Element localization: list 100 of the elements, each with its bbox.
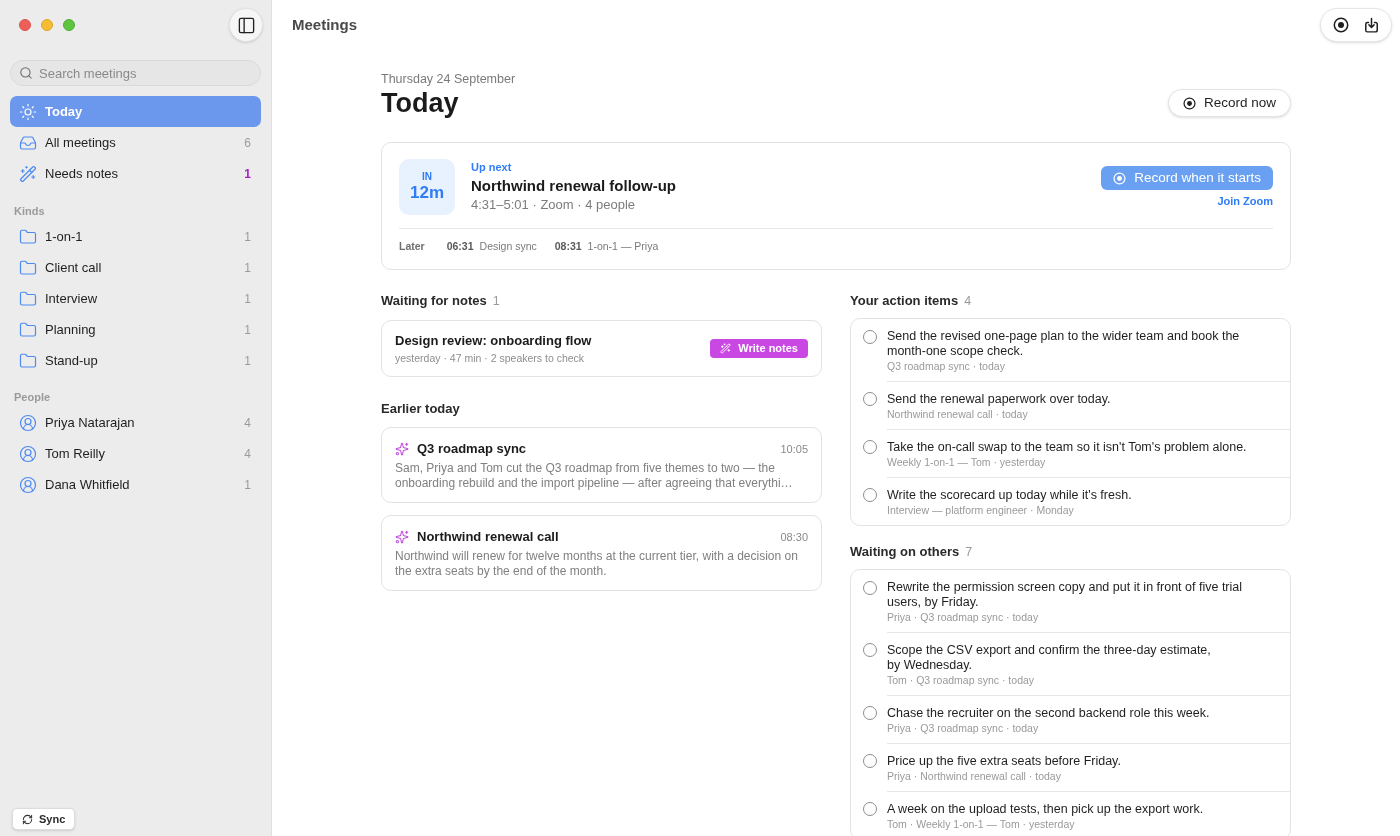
meeting-summary: Northwind will renew for twelve months at the current tier, with a decision on the extra seats by the end of the month. (395, 549, 799, 579)
sidebar-item[interactable]: All meetings 6 (10, 127, 261, 158)
sidebar-item[interactable]: Client call 1 (10, 252, 261, 283)
write-notes-button[interactable]: Write notes (710, 339, 808, 358)
countdown-value: 12m (410, 183, 444, 203)
meeting-title: Q3 roadmap sync (417, 440, 527, 458)
meeting-title: Northwind renewal call (417, 528, 559, 546)
meeting-title: Design review: onboarding flow (395, 332, 592, 349)
task-meta: Q3 roadmap sync · today (887, 360, 1006, 373)
download-icon (1362, 16, 1380, 34)
checkbox[interactable] (863, 330, 877, 344)
task-text: Rewrite the permission screen copy and put it in front of five trial users, by Friday. (887, 580, 1244, 610)
task-meta: Priya · Q3 roadmap sync · today (887, 722, 1040, 735)
checkbox[interactable] (863, 440, 877, 454)
magic-wand-icon (19, 164, 37, 183)
sync-button[interactable]: Sync (12, 808, 76, 830)
checkbox[interactable] (863, 706, 877, 720)
meeting-meta: 4:31–5:01 · Zoom · 4 people (471, 196, 636, 214)
folder-icon (19, 289, 37, 308)
record-icon (1113, 171, 1127, 185)
sidebar-item[interactable]: Interview 1 (10, 283, 261, 314)
magic-wand-icon (720, 343, 732, 354)
meeting-time: 08:30 (780, 529, 808, 545)
sidebar-toggle-button[interactable] (229, 8, 263, 42)
task-meta: Tom · Q3 roadmap sync · today (887, 674, 1036, 687)
sidebar-section-title: Kinds (13, 204, 46, 218)
section-title: Your action items (850, 293, 959, 309)
task-text: Send the revised one-page plan to the wider team and book the month-one scope check. (887, 329, 1241, 359)
close-button[interactable] (19, 19, 31, 31)
minimize-button[interactable] (41, 19, 53, 31)
item-count: 4 (244, 445, 251, 463)
item-count: 1 (244, 352, 251, 370)
sidebar-section-title: People (13, 390, 52, 404)
fullscreen-button[interactable] (63, 19, 75, 31)
section-count: 7 (965, 544, 973, 560)
record-icon (1333, 17, 1349, 33)
sidebar-item[interactable]: Needs notes 1 (10, 158, 261, 189)
task-text: Send the renewal paperwork over today. (887, 392, 1112, 407)
item-count: 6 (244, 134, 251, 152)
task-text: Scope the CSV export and confirm the three-day estimate, by Wednesday. (887, 643, 1212, 673)
later-label: Later (399, 240, 425, 253)
sidebar-item[interactable]: 1-on-1 1 (10, 221, 261, 252)
task-meta: Tom · Weekly 1-on-1 — Tom · yesterday (887, 818, 1076, 831)
event-title: 1-on-1 — Priya (587, 240, 659, 253)
meeting-summary: Sam, Priya and Tom cut the Q3 roadmap from five themes to two — the onboarding rebuild and the import pipeline — after agreeing that everythi… (395, 461, 794, 491)
task-text: Chase the recruiter on the second backend role this week. (887, 706, 1211, 721)
checkbox[interactable] (863, 643, 877, 657)
item-count: 1 (244, 228, 251, 246)
sidebar-item[interactable]: Stand-up 1 (10, 345, 261, 376)
task-meta: Weekly 1-on-1 — Tom · yesterday (887, 456, 1047, 469)
folder-icon (19, 258, 37, 277)
countdown-label: IN (422, 171, 432, 183)
event-time: 08:31 (554, 240, 582, 253)
item-count: 4 (244, 414, 251, 432)
task-meta: Northwind renewal call · today (887, 408, 1029, 421)
folder-icon (19, 320, 37, 339)
join-link[interactable]: Join Zoom (1217, 194, 1273, 208)
task-text: A week on the upload tests, then pick up the export work. (887, 802, 1205, 817)
section-title: Waiting on others (850, 544, 960, 560)
section-title: Waiting for notes (381, 293, 487, 309)
checkbox[interactable] (863, 802, 877, 816)
sun-icon (19, 102, 37, 121)
sidebar-icon (236, 15, 256, 35)
checkbox[interactable] (863, 754, 877, 768)
checkbox[interactable] (863, 488, 877, 502)
search-field[interactable]: Search meetings (10, 60, 261, 86)
window-title: Meetings (292, 14, 357, 35)
item-count: 1 (244, 290, 251, 308)
item-count: 1 (244, 165, 251, 183)
person-icon (19, 413, 37, 432)
sidebar-item[interactable]: Planning 1 (10, 314, 261, 345)
sidebar-item[interactable]: Dana Whitfield 1 (10, 469, 261, 500)
up-next-label: Up next (471, 160, 512, 174)
event-title: Design sync (479, 240, 537, 253)
tray-icon (19, 133, 37, 152)
task-text: Take the on-call swap to the team so it isn't Tom's problem alone. (887, 440, 1248, 455)
refresh-icon (22, 813, 33, 825)
sparkle-icon (395, 530, 409, 544)
checkbox[interactable] (863, 581, 877, 595)
task-meta: Priya · Northwind renewal call · today (887, 770, 1062, 783)
task-meta: Interview — platform engineer · Monday (887, 504, 1075, 517)
sidebar-item[interactable]: Tom Reilly 4 (10, 438, 261, 469)
sparkle-icon (395, 442, 409, 456)
search-icon (19, 66, 33, 80)
task-text: Price up the five extra seats before Friday. (887, 754, 1122, 769)
meeting-title: Northwind renewal follow-up (471, 176, 676, 196)
item-count: 1 (244, 476, 251, 494)
section-title: Earlier today (381, 401, 460, 417)
event-time: 06:31 (446, 240, 474, 253)
record-now-button[interactable]: Record now (1167, 89, 1291, 117)
checkbox[interactable] (863, 392, 877, 406)
person-icon (19, 444, 37, 463)
task-meta: Priya · Q3 roadmap sync · today (887, 611, 1040, 624)
person-icon (19, 475, 37, 494)
sidebar-item[interactable]: Priya Natarajan 4 (10, 407, 261, 438)
item-count: 1 (244, 259, 251, 277)
record-icon (1182, 96, 1196, 110)
section-count: 4 (964, 293, 972, 309)
date-label: Thursday 24 September (381, 71, 517, 87)
meeting-time: 10:05 (780, 441, 808, 457)
